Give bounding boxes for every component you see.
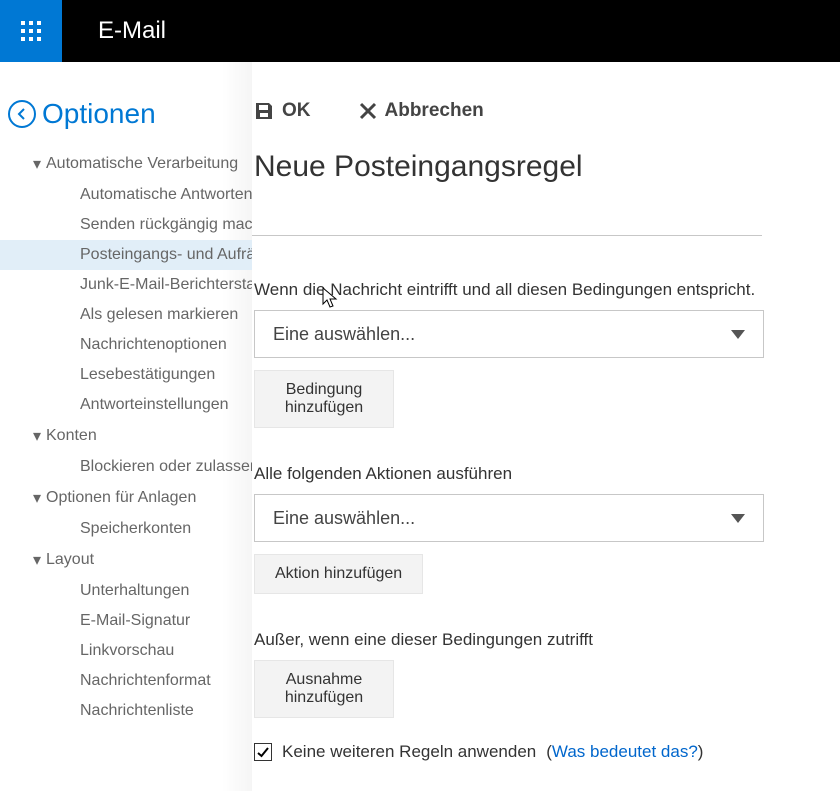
save-icon — [254, 101, 274, 121]
sidebar-item-auto-replies[interactable]: Automatische Antworten — [0, 180, 252, 210]
sidebar-item-undo-send[interactable]: Senden rückgängig machen — [0, 210, 252, 240]
checkmark-icon — [256, 745, 270, 759]
sidebar-section-attachments[interactable]: ▾ Optionen für Anlagen — [0, 482, 252, 514]
sidebar-item-message-options[interactable]: Nachrichtenoptionen — [0, 330, 252, 360]
add-exception-button[interactable]: Ausnahme hinzufügen — [254, 660, 394, 718]
add-condition-button[interactable]: Bedingung hinzufügen — [254, 370, 394, 428]
back-arrow-icon — [8, 100, 36, 128]
caret-down-icon: ▾ — [32, 426, 42, 446]
sidebar-section-automatic[interactable]: ▾ Automatische Verarbeitung — [0, 148, 252, 180]
sidebar-item-message-format[interactable]: Nachrichtenformat — [0, 666, 252, 696]
cancel-button[interactable]: Abbrechen — [359, 100, 484, 122]
action-select-value: Eine auswählen... — [273, 508, 415, 529]
rule-editor-panel: OK Abbrechen Neue Posteingangsregel Wenn… — [252, 62, 840, 791]
options-back-label: Optionen — [42, 98, 156, 130]
rule-name-input[interactable] — [252, 202, 762, 236]
condition-select[interactable]: Eine auswählen... — [254, 310, 764, 358]
actions-label: Alle folgenden Aktionen ausführen — [254, 464, 840, 484]
page-title: Neue Posteingangsregel — [252, 150, 840, 184]
condition-select-value: Eine auswählen... — [273, 324, 415, 345]
caret-down-icon: ▾ — [32, 488, 42, 508]
help-paren-close: ) — [698, 742, 704, 761]
options-sidebar: Optionen ▾ Automatische Verarbeitung Aut… — [0, 62, 252, 791]
stop-rules-help-link[interactable]: Was bedeutet das? — [552, 742, 698, 761]
ok-button[interactable]: OK — [254, 100, 311, 122]
sidebar-item-conversations[interactable]: Unterhaltungen — [0, 576, 252, 606]
stop-rules-label: Keine weiteren Regeln anwenden — [282, 742, 536, 762]
chevron-down-icon — [731, 508, 745, 529]
sidebar-item-inbox-rules[interactable]: Posteingangs- und Aufräumregeln — [0, 240, 252, 270]
stop-rules-checkbox[interactable] — [254, 743, 272, 761]
conditions-label: Wenn die Nachricht eintrifft und all die… — [254, 280, 840, 300]
sidebar-item-mark-read[interactable]: Als gelesen markieren — [0, 300, 252, 330]
options-tree: ▾ Automatische Verarbeitung Automatische… — [0, 148, 252, 726]
chevron-down-icon — [731, 324, 745, 345]
caret-down-icon: ▾ — [32, 154, 42, 174]
sidebar-item-storage[interactable]: Speicherkonten — [0, 514, 252, 544]
add-action-button[interactable]: Aktion hinzufügen — [254, 554, 423, 594]
app-title: E-Mail — [98, 17, 166, 45]
sidebar-section-accounts[interactable]: ▾ Konten — [0, 420, 252, 452]
action-select[interactable]: Eine auswählen... — [254, 494, 764, 542]
close-icon — [359, 102, 377, 120]
sidebar-item-signature[interactable]: E-Mail-Signatur — [0, 606, 252, 636]
caret-down-icon: ▾ — [32, 550, 42, 570]
sidebar-item-message-list[interactable]: Nachrichtenliste — [0, 696, 252, 726]
sidebar-section-layout[interactable]: ▾ Layout — [0, 544, 252, 576]
exceptions-label: Außer, wenn eine dieser Bedingungen zutr… — [254, 630, 840, 650]
grid-icon — [21, 21, 41, 41]
sidebar-item-junk-report[interactable]: Junk-E-Mail-Berichterstattung — [0, 270, 252, 300]
sidebar-item-read-receipts[interactable]: Lesebestätigungen — [0, 360, 252, 390]
app-launcher-button[interactable] — [0, 0, 62, 62]
sidebar-item-link-preview[interactable]: Linkvorschau — [0, 636, 252, 666]
sidebar-item-reply-settings[interactable]: Antworteinstellungen — [0, 390, 252, 420]
options-back-button[interactable]: Optionen — [0, 98, 252, 130]
sidebar-item-block-allow[interactable]: Blockieren oder zulassen — [0, 452, 252, 482]
